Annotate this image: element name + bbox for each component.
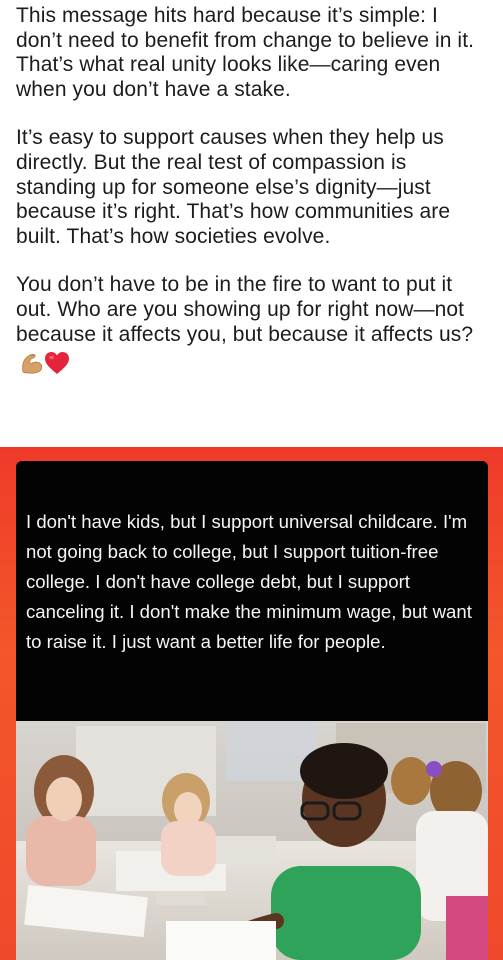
post-paragraph-2: It’s easy to support causes when they he… xyxy=(16,126,451,248)
quote-text: I don't have kids, but I support univers… xyxy=(26,511,472,652)
flexed-biceps-icon xyxy=(22,353,43,374)
post-paragraph-1: This message hits hard because it’s simp… xyxy=(16,4,475,101)
post-paragraph-3: You don’t have to be in the fire to want… xyxy=(16,273,489,374)
red-heart-icon xyxy=(45,351,69,374)
classroom-photo-drawing xyxy=(16,721,488,960)
post-paragraph-3-text: You don’t have to be in the fire to want… xyxy=(16,273,474,346)
post-text: This message hits hard because it’s simp… xyxy=(0,0,503,375)
quote-card: I don't have kids, but I support univers… xyxy=(16,461,488,721)
shared-image[interactable]: I don't have kids, but I support univers… xyxy=(0,447,503,960)
emoji-group xyxy=(20,350,70,375)
classroom-photo xyxy=(16,721,488,960)
